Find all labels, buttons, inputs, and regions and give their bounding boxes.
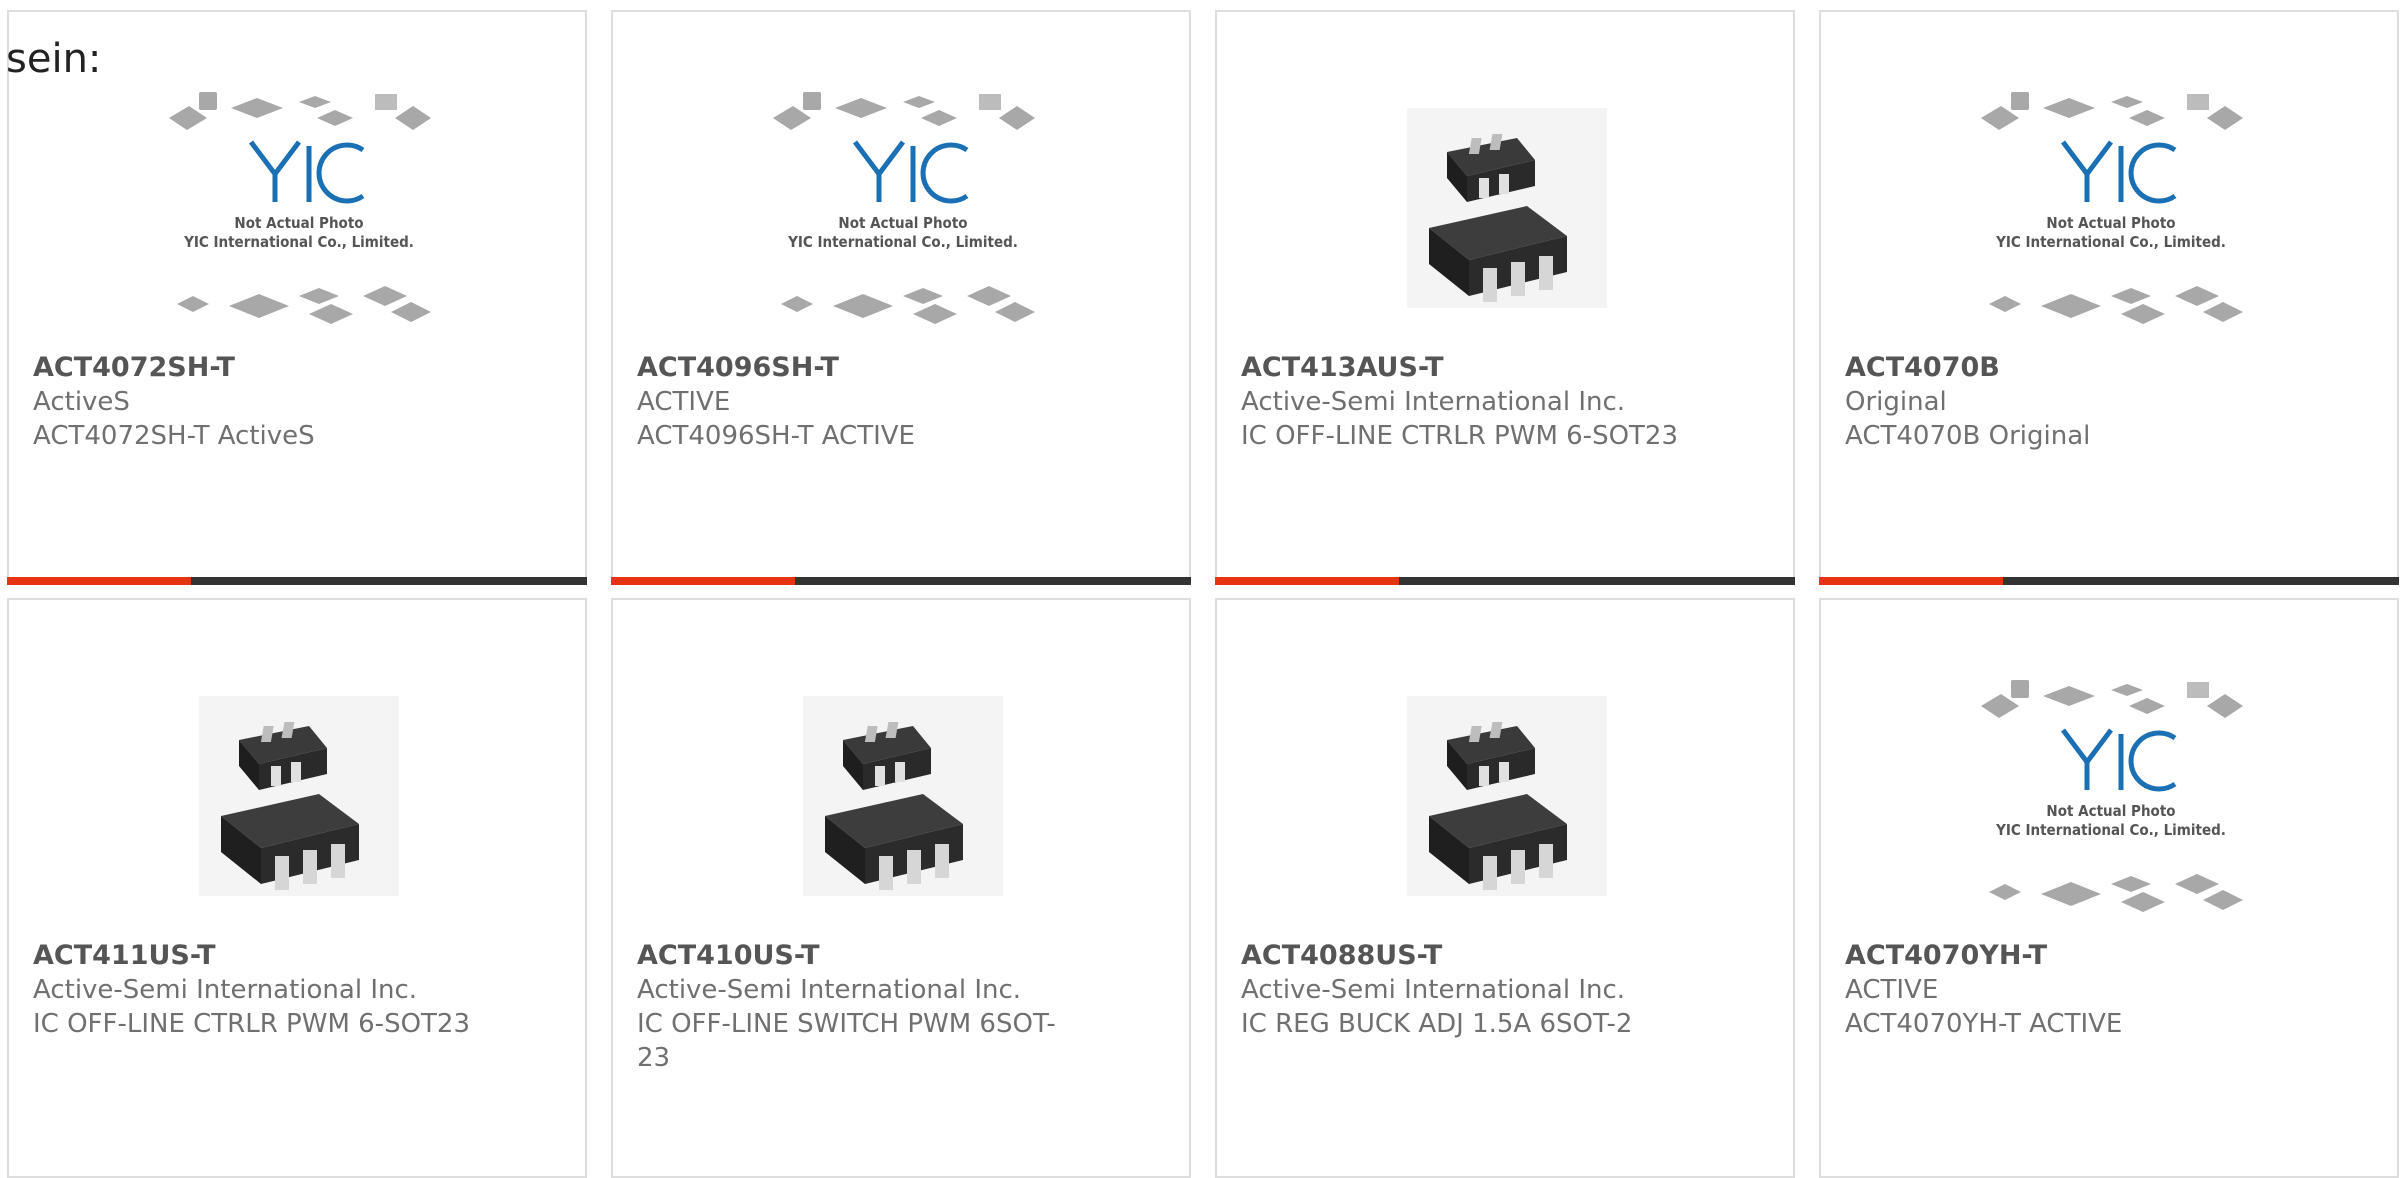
product-card[interactable]: ACT410US-T Active-Semi International Inc…: [611, 598, 1191, 1178]
description: ACT4096SH-T ACTIVE: [637, 421, 915, 451]
card-accent-bar: [7, 577, 191, 585]
caption-line: Not Actual Photo: [2046, 214, 2176, 232]
product-card[interactable]: ACT413AUS-T Active-Semi International In…: [1215, 10, 1795, 585]
placeholder-caption: Not Actual Photo YIC International Co., L…: [763, 214, 1043, 252]
product-image[interactable]: [763, 656, 1043, 936]
description: ACT4072SH-T ActiveS: [33, 421, 315, 451]
caption-line: Not Actual Photo: [838, 214, 968, 232]
card-bottom-bar: [7, 577, 587, 585]
card-bottom-bar: [1215, 577, 1795, 585]
placeholder-caption: Not Actual Photo YIC International Co., L…: [159, 214, 439, 252]
card-bottom-bar: [1819, 577, 2399, 585]
description: IC OFF-LINE SWITCH PWM 6SOT-23: [637, 1009, 1056, 1073]
caption-line: Not Actual Photo: [2046, 802, 2176, 820]
sot23-chip-icon: [1407, 696, 1607, 896]
manufacturer: ACTIVE: [637, 387, 731, 417]
part-number[interactable]: ACT4096SH-T: [637, 351, 1077, 385]
caption-line: YIC International Co., Limited.: [1996, 821, 2226, 839]
product-card[interactable]: ACT4088US-T Active-Semi International In…: [1215, 598, 1795, 1178]
yic-placeholder-icon: [169, 92, 431, 324]
part-number[interactable]: ACT413AUS-T: [1241, 351, 1681, 385]
manufacturer: ActiveS: [33, 387, 130, 417]
manufacturer: Active-Semi International Inc.: [1241, 387, 1626, 417]
placeholder-caption: Not Actual Photo YIC International Co., L…: [1971, 802, 2251, 840]
product-card[interactable]: Not Actual Photo YIC International Co., L…: [7, 10, 587, 585]
product-card[interactable]: Not Actual Photo YIC International Co., L…: [611, 10, 1191, 585]
part-number[interactable]: ACT4070B: [1845, 351, 2285, 385]
part-number[interactable]: ACT4088US-T: [1241, 939, 1681, 973]
card-accent-bar: [1819, 577, 2003, 585]
card-accent-bar: [611, 577, 795, 585]
part-number[interactable]: ACT411US-T: [33, 939, 473, 973]
lead-text: sein:: [6, 36, 102, 82]
manufacturer: Active-Semi International Inc.: [33, 975, 418, 1005]
manufacturer: Active-Semi International Inc.: [1241, 975, 1626, 1005]
part-number[interactable]: ACT4070YH-T: [1845, 939, 2285, 973]
product-image[interactable]: Not Actual Photo YIC International Co., L…: [763, 68, 1043, 348]
part-number[interactable]: ACT4072SH-T: [33, 351, 473, 385]
product-image[interactable]: [159, 656, 439, 936]
manufacturer: Original: [1845, 387, 1947, 417]
product-grid: Not Actual Photo YIC International Co., L…: [0, 0, 2400, 1178]
product-card[interactable]: Not Actual Photo YIC International Co., L…: [1819, 598, 2399, 1178]
placeholder-caption: Not Actual Photo YIC International Co., L…: [1971, 214, 2251, 252]
product-image[interactable]: [1367, 68, 1647, 348]
product-card[interactable]: ACT411US-T Active-Semi International Inc…: [7, 598, 587, 1178]
part-number[interactable]: ACT410US-T: [637, 939, 1077, 973]
yic-placeholder-icon: [773, 92, 1035, 324]
caption-line: YIC International Co., Limited.: [184, 233, 414, 251]
card-bottom-bar: [611, 577, 1191, 585]
product-image[interactable]: Not Actual Photo YIC International Co., L…: [1971, 68, 2251, 348]
card-accent-bar: [1215, 577, 1399, 585]
sot23-chip-icon: [803, 696, 1003, 896]
description: IC OFF-LINE CTRLR PWM 6-SOT23: [33, 1009, 470, 1039]
manufacturer: Active-Semi International Inc.: [637, 975, 1022, 1005]
description: IC OFF-LINE CTRLR PWM 6-SOT23: [1241, 421, 1678, 451]
caption-line: Not Actual Photo: [234, 214, 364, 232]
caption-line: YIC International Co., Limited.: [1996, 233, 2226, 251]
description: ACT4070YH-T ACTIVE: [1845, 1009, 2123, 1039]
product-image[interactable]: Not Actual Photo YIC International Co., L…: [1971, 656, 2251, 936]
product-card[interactable]: Not Actual Photo YIC International Co., L…: [1819, 10, 2399, 585]
manufacturer: ACTIVE: [1845, 975, 1939, 1005]
sot23-chip-icon: [199, 696, 399, 896]
product-image[interactable]: [1367, 656, 1647, 936]
description: IC REG BUCK ADJ 1.5A 6SOT-2: [1241, 1009, 1633, 1039]
yic-placeholder-icon: [1981, 92, 2243, 324]
description: ACT4070B Original: [1845, 421, 2091, 451]
yic-placeholder-icon: [1981, 680, 2243, 912]
sot23-chip-icon: [1407, 108, 1607, 308]
caption-line: YIC International Co., Limited.: [788, 233, 1018, 251]
product-image[interactable]: Not Actual Photo YIC International Co., L…: [159, 68, 439, 348]
